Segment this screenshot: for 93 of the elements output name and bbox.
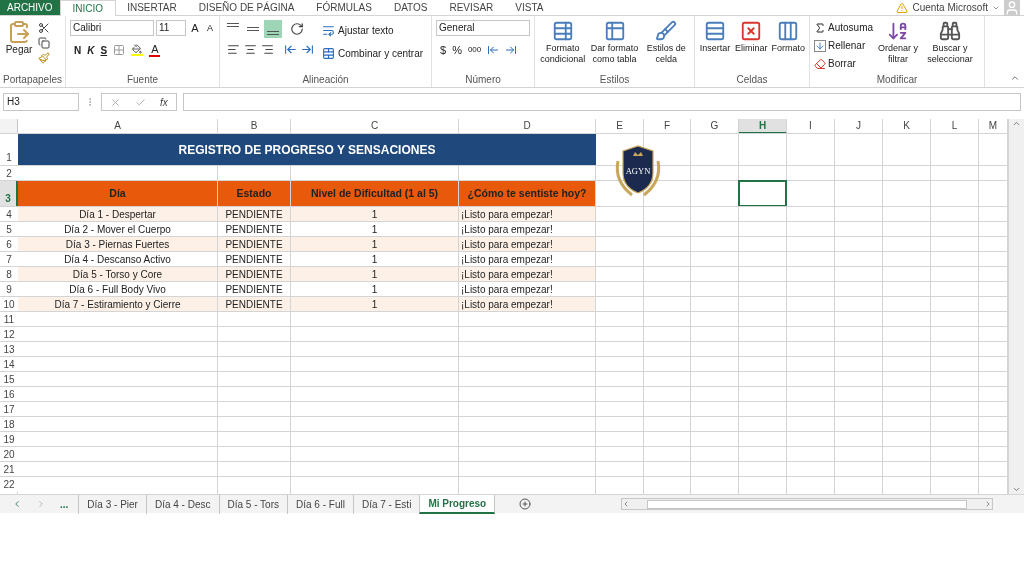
formula-field[interactable]	[182, 93, 1021, 111]
cells-button[interactable]: Insertar	[699, 20, 731, 54]
group-label: Estilos	[598, 73, 631, 87]
copy-icon[interactable]	[38, 37, 50, 49]
conditional-format-icon	[551, 20, 574, 42]
clear-button[interactable]: Borrar	[814, 56, 874, 71]
insert-function-button[interactable]: fx	[160, 94, 168, 110]
account-button[interactable]: Cuenta Microsoft	[908, 0, 992, 15]
sheet-tab[interactable]: Día 4 - Desc	[145, 494, 219, 514]
styles-button[interactable]: Estilos de celda	[642, 20, 690, 65]
grow-font-button[interactable]: A	[188, 20, 202, 37]
sheet-tab[interactable]: Mi Progreso	[419, 494, 496, 514]
vertical-scrollbar[interactable]	[1008, 119, 1024, 494]
ribbon-tab[interactable]: INICIO	[59, 0, 117, 16]
group-label: Modificar	[875, 73, 919, 87]
percent-button[interactable]: %	[452, 42, 462, 59]
thousands-button[interactable]: 000	[467, 44, 482, 57]
row-header[interactable]: 3	[0, 181, 18, 206]
cut-icon[interactable]	[38, 22, 50, 34]
wrap-text-button[interactable]: Ajustar texto	[322, 23, 424, 38]
italic-button[interactable]: K	[87, 42, 95, 58]
ribbon-tab[interactable]: ARCHIVO	[0, 0, 60, 15]
table-format-icon	[603, 20, 626, 42]
table-cell: Estado	[218, 181, 291, 206]
styles-button[interactable]: Formato condicional	[539, 20, 587, 65]
cell-styles-icon	[655, 20, 678, 42]
paste-button[interactable]: Pegar	[4, 20, 34, 56]
add-sheet-icon[interactable]	[519, 498, 532, 510]
insert-rows-icon	[704, 20, 726, 42]
ribbon-tab[interactable]: FÓRMULAS	[305, 0, 383, 15]
sheet-tab[interactable]: Día 5 - Tors	[218, 494, 287, 514]
enter-icon[interactable]	[135, 96, 146, 108]
increase-indent-icon[interactable]	[301, 43, 314, 56]
scroll-up-icon[interactable]	[1012, 119, 1021, 128]
currency-button[interactable]: $	[440, 42, 447, 59]
cells-button[interactable]: Formato	[771, 20, 805, 54]
find-select-button[interactable]: Buscar y seleccionar	[923, 20, 978, 65]
arrow-down-icon	[814, 39, 826, 52]
align-center-icon[interactable]	[244, 43, 257, 56]
delete-icon	[740, 20, 763, 42]
sheet-tab[interactable]: Día 3 - Pier	[78, 494, 146, 514]
caret-icon	[992, 4, 1000, 12]
ribbon-tab[interactable]: REVISAR	[438, 0, 505, 15]
ribbon-tab[interactable]: INSERTAR	[116, 0, 188, 15]
underline-button[interactable]: S	[100, 42, 108, 58]
scroll-down-icon[interactable]	[1012, 485, 1021, 494]
group-label: Fuente	[125, 73, 160, 87]
title-cell: REGISTRO DE PROGRESO Y SENSACIONES	[18, 134, 596, 165]
warning-icon	[896, 2, 909, 14]
ribbon-tab[interactable]: DATOS	[382, 0, 439, 15]
fill-color-icon[interactable]	[131, 44, 144, 56]
wrap-text-icon	[322, 24, 335, 37]
format-painter-icon[interactable]	[38, 52, 50, 64]
sigma-icon	[814, 21, 826, 34]
table-cell: Nivel de Dificultad (1 al 5)	[291, 181, 459, 206]
group-label: Celdas	[735, 73, 769, 87]
cells-button[interactable]: Eliminar	[734, 20, 768, 54]
align-left-icon[interactable]	[227, 43, 240, 56]
autosum-button[interactable]: Autosuma	[814, 20, 874, 35]
horizontal-scrollbar[interactable]	[621, 498, 994, 510]
clipboard-icon	[7, 20, 31, 44]
group-label: Portapapeles	[2, 73, 63, 87]
group-label: Número	[464, 73, 502, 87]
more-sheets-button[interactable]: ...	[60, 496, 69, 512]
shrink-font-button[interactable]: A	[204, 21, 216, 35]
cancel-icon[interactable]	[110, 96, 121, 108]
logo-text: AGYN	[625, 164, 651, 178]
collapse-ribbon-icon[interactable]	[1010, 73, 1020, 83]
font-size-field[interactable]: 11	[156, 20, 186, 37]
font-color-button[interactable]: A	[149, 43, 161, 57]
borders-icon[interactable]	[113, 44, 126, 56]
group-label: Alineación	[301, 73, 350, 87]
ribbon-tab[interactable]: VISTA	[504, 0, 555, 15]
merge-cells-icon	[322, 47, 335, 60]
merge-center-button[interactable]: Combinar y centrar	[322, 46, 424, 61]
bold-button[interactable]: N	[74, 42, 82, 58]
number-format-field[interactable]: General	[436, 20, 530, 36]
fill-button[interactable]: Rellenar	[814, 38, 874, 53]
table-cell: ¿Cómo te sentiste hoy?	[459, 181, 596, 206]
vertical-align-icon[interactable]	[264, 20, 282, 38]
columns-icon	[777, 20, 800, 42]
eraser-icon	[814, 57, 826, 70]
align-right-icon[interactable]	[261, 43, 274, 56]
binoculars-icon	[939, 20, 962, 42]
sheet-tab[interactable]: Día 6 - Full	[287, 494, 353, 514]
table-cell: Día	[18, 181, 218, 206]
sort-filter-button[interactable]: Ordenar y filtrar	[877, 20, 920, 65]
name-box[interactable]: H3	[3, 93, 79, 111]
previous-sheet-icon[interactable]	[12, 499, 22, 509]
font-name-field[interactable]: Calibri	[70, 20, 154, 37]
ribbon-tab[interactable]: DISEÑO DE PÁGINA	[187, 0, 306, 15]
decrease-indent-icon[interactable]	[284, 43, 297, 56]
styles-button[interactable]: Dar formato como tabla	[590, 20, 639, 65]
